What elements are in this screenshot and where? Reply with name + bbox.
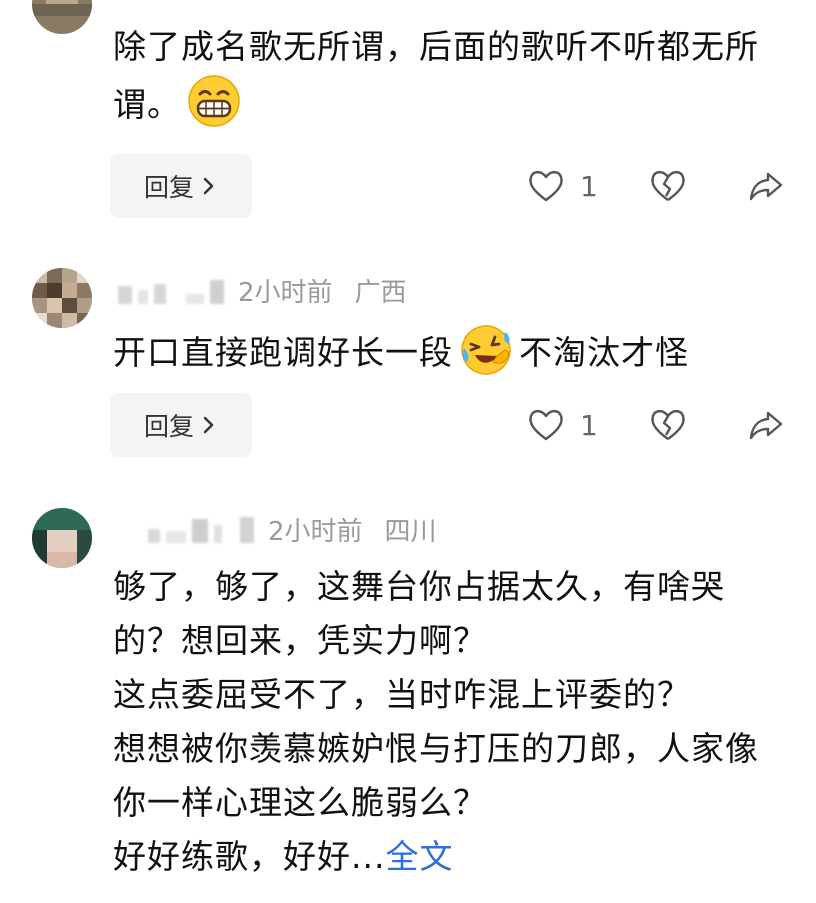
share-icon (749, 411, 783, 440)
content-line: 这点委屈受不了，当时咋混上评委的？ (113, 675, 691, 714)
heart-icon (529, 409, 563, 441)
username-blurred[interactable] (148, 515, 254, 543)
comment-meta: 2小时前 四川 (118, 511, 437, 547)
broken-heart-icon (651, 170, 685, 201)
chevron-right-icon (203, 416, 214, 434)
like-button[interactable]: 1 (526, 166, 598, 206)
grinning-emoji (188, 75, 240, 127)
share-button[interactable] (746, 405, 786, 445)
chevron-right-icon (203, 177, 214, 195)
reply-label: 回复 (143, 173, 194, 202)
reply-button[interactable]: 回复 (110, 154, 252, 218)
content-line: 开口直接跑调好长一段 不淘汰才怪 (113, 322, 788, 380)
comment-content: 够了，够了，这舞台你占据太久，有啥哭 的？想回来，凭实力啊？ 这点委屈受不了，当… (113, 560, 788, 884)
like-count: 1 (580, 408, 598, 442)
content-line: 好好练歌，好好...全文 (113, 837, 454, 876)
read-more-link[interactable]: 全文 (385, 837, 453, 876)
reply-button[interactable]: 回复 (110, 393, 252, 457)
comment-meta: 2小时前 广西 (118, 272, 407, 308)
like-count: 1 (580, 169, 598, 203)
comment-content: 开口直接跑调好长一段 不淘汰才怪 (113, 322, 788, 380)
avatar[interactable] (32, 268, 92, 328)
comment-content: 除了成名歌无所谓，后面的歌听不听都无所 谓。 (113, 20, 788, 132)
share-icon (749, 172, 783, 201)
comment-location: 四川 (384, 516, 437, 547)
like-button[interactable]: 1 (526, 405, 598, 445)
avatar[interactable] (32, 0, 92, 34)
content-line: 除了成名歌无所谓，后面的歌听不听都无所 (113, 27, 759, 66)
content-line: 想想被你羡慕嫉妒恨与打压的刀郎，人家像 (113, 729, 759, 768)
content-line: 谓。 (113, 74, 788, 132)
content-line: 的？想回来，凭实力啊？ (113, 621, 487, 660)
broken-heart-icon (651, 409, 685, 440)
comment-1: 除了成名歌无所谓，后面的歌听不听都无所 谓。 回复 1 (0, 0, 816, 240)
comment-location: 广西 (354, 277, 407, 308)
comment-time: 2小时前 (268, 516, 363, 547)
heart-icon (529, 170, 563, 202)
share-button[interactable] (746, 166, 786, 206)
dislike-button[interactable] (648, 405, 688, 445)
avatar[interactable] (32, 508, 92, 568)
dislike-button[interactable] (648, 166, 688, 206)
comment-time: 2小时前 (238, 277, 333, 308)
laughing-crying-emoji (461, 325, 511, 375)
content-line: 够了，够了，这舞台你占据太久，有啥哭 (113, 567, 725, 606)
reply-label: 回复 (143, 412, 194, 441)
username-blurred[interactable] (118, 276, 224, 304)
content-line: 你一样心理这么脆弱么？ (113, 783, 487, 822)
